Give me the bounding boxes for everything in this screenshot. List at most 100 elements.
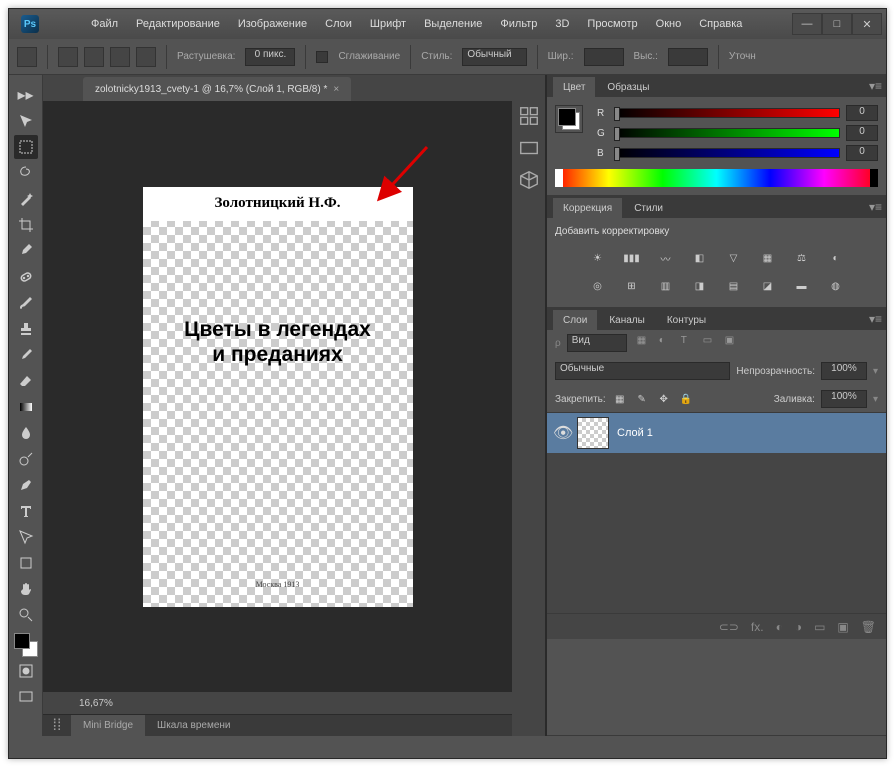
crop-tool[interactable] xyxy=(14,213,38,237)
pen-tool[interactable] xyxy=(14,473,38,497)
layer-fx-icon[interactable]: fx. xyxy=(751,620,764,634)
document-tab-close-icon[interactable]: × xyxy=(333,84,339,95)
gradient-tool[interactable] xyxy=(14,395,38,419)
r-value[interactable]: 0 xyxy=(846,105,878,121)
menu-edit[interactable]: Редактирование xyxy=(128,16,228,32)
r-slider[interactable] xyxy=(615,108,840,118)
bottom-dock-grip-icon[interactable]: ⁞⁞ xyxy=(43,715,71,736)
dodge-tool[interactable] xyxy=(14,447,38,471)
delete-layer-icon[interactable]: 🗑 xyxy=(861,620,876,634)
stamp-tool[interactable] xyxy=(14,317,38,341)
channels-tab[interactable]: Каналы xyxy=(599,310,655,330)
menu-view[interactable]: Просмотр xyxy=(579,16,645,32)
zoom-level[interactable]: 16,67% xyxy=(79,698,113,709)
timeline-tab[interactable]: Шкала времени xyxy=(145,715,242,736)
add-mask-icon[interactable]: ◐ xyxy=(776,620,783,634)
refine-button[interactable]: Уточн xyxy=(729,51,756,62)
threshold-icon[interactable]: ◪ xyxy=(758,277,778,295)
new-layer-icon[interactable]: ▣ xyxy=(837,620,848,634)
canvas-viewport[interactable]: Золотницкий Н.Ф. Цветы в легендах и пред… xyxy=(43,101,512,692)
menu-filter[interactable]: Фильтр xyxy=(492,16,545,32)
marquee-tool[interactable] xyxy=(14,135,38,159)
levels-icon[interactable]: ▮▮▮ xyxy=(622,249,642,267)
3d-panel-icon[interactable] xyxy=(518,169,540,191)
quick-mask-icon[interactable] xyxy=(14,659,38,683)
filter-pixel-icon[interactable]: ▦ xyxy=(637,335,653,351)
document-canvas[interactable]: Золотницкий Н.Ф. Цветы в легендах и пред… xyxy=(143,187,413,607)
brightness-icon[interactable]: ☀ xyxy=(588,249,608,267)
g-slider[interactable] xyxy=(615,128,840,138)
lock-all-icon[interactable]: 🔒 xyxy=(678,391,694,407)
menu-3d[interactable]: 3D xyxy=(547,16,577,32)
filter-shape-icon[interactable]: ▭ xyxy=(703,335,719,351)
exposure-icon[interactable]: ◧ xyxy=(690,249,710,267)
layer-visibility-icon[interactable]: 👁 xyxy=(553,423,569,443)
lookup-icon[interactable]: ▥ xyxy=(656,277,676,295)
styles-tab[interactable]: Стили xyxy=(624,198,673,218)
width-input[interactable] xyxy=(584,48,624,66)
mini-bridge-tab[interactable]: Mini Bridge xyxy=(71,715,145,736)
feather-input[interactable]: 0 пикс. xyxy=(245,48,295,66)
selective-color-icon[interactable]: ◍ xyxy=(826,277,846,295)
hand-tool[interactable] xyxy=(14,577,38,601)
eraser-tool[interactable] xyxy=(14,369,38,393)
photo-filter-icon[interactable]: ◎ xyxy=(588,277,608,295)
prop-panel-icon[interactable] xyxy=(518,137,540,159)
screen-mode-icon[interactable] xyxy=(14,685,38,709)
type-tool[interactable] xyxy=(14,499,38,523)
filter-adjust-icon[interactable]: ◐ xyxy=(659,335,675,351)
healing-tool[interactable] xyxy=(14,265,38,289)
blend-mode-select[interactable]: Обычные xyxy=(555,362,730,380)
move-tool[interactable] xyxy=(14,109,38,133)
filter-type-icon[interactable]: T xyxy=(681,335,697,351)
color-swatches[interactable] xyxy=(14,633,38,657)
lock-pixels-icon[interactable]: ✎ xyxy=(634,391,650,407)
menu-window[interactable]: Окно xyxy=(648,16,690,32)
b-slider[interactable] xyxy=(615,148,840,158)
opacity-input[interactable]: 100% xyxy=(821,362,867,380)
selection-subtract-icon[interactable] xyxy=(110,47,130,67)
height-input[interactable] xyxy=(668,48,708,66)
rectangle-tool[interactable] xyxy=(14,551,38,575)
channel-mixer-icon[interactable]: ⊞ xyxy=(622,277,642,295)
close-button[interactable]: ✕ xyxy=(852,13,882,35)
color-tab[interactable]: Цвет xyxy=(553,77,595,97)
color-panel-menu-icon[interactable]: ▾≡ xyxy=(869,79,882,93)
hue-icon[interactable]: ▦ xyxy=(758,249,778,267)
foreground-color-swatch[interactable] xyxy=(14,633,30,649)
document-tab[interactable]: zolotnicky1913_cvety-1 @ 16,7% (Слой 1, … xyxy=(83,77,351,101)
selection-add-icon[interactable] xyxy=(84,47,104,67)
menu-layer[interactable]: Слои xyxy=(317,16,360,32)
lasso-tool[interactable] xyxy=(14,161,38,185)
curves-icon[interactable]: 〰 xyxy=(656,249,676,267)
layers-panel-menu-icon[interactable]: ▾≡ xyxy=(869,312,882,326)
paths-tab[interactable]: Контуры xyxy=(657,310,716,330)
minimize-button[interactable]: — xyxy=(792,13,822,35)
selection-intersect-icon[interactable] xyxy=(136,47,156,67)
fill-input[interactable]: 100% xyxy=(821,390,867,408)
eyedropper-tool[interactable] xyxy=(14,239,38,263)
lock-position-icon[interactable]: ✥ xyxy=(656,391,672,407)
blur-tool[interactable] xyxy=(14,421,38,445)
posterize-icon[interactable]: ▤ xyxy=(724,277,744,295)
zoom-tool[interactable] xyxy=(14,603,38,627)
b-value[interactable]: 0 xyxy=(846,145,878,161)
menu-select[interactable]: Выделение xyxy=(416,16,490,32)
selection-new-icon[interactable] xyxy=(58,47,78,67)
adjustments-tab[interactable]: Коррекция xyxy=(553,198,622,218)
layer-filter-kind[interactable]: Вид xyxy=(567,334,627,352)
menu-help[interactable]: Справка xyxy=(691,16,750,32)
spectrum-ramp[interactable] xyxy=(555,169,878,187)
layer-thumbnail[interactable] xyxy=(577,417,609,449)
lock-transparency-icon[interactable]: ▦ xyxy=(612,391,628,407)
invert-icon[interactable]: ◨ xyxy=(690,277,710,295)
color-panel-swatch[interactable] xyxy=(555,105,583,133)
magic-wand-tool[interactable] xyxy=(14,187,38,211)
new-group-icon[interactable]: ▭ xyxy=(814,620,825,634)
tool-preset-icon[interactable] xyxy=(17,47,37,67)
path-select-tool[interactable] xyxy=(14,525,38,549)
filter-smart-icon[interactable]: ▣ xyxy=(725,335,741,351)
vibrance-icon[interactable]: ▽ xyxy=(724,249,744,267)
antialias-checkbox[interactable] xyxy=(316,51,328,63)
balance-icon[interactable]: ⚖ xyxy=(792,249,812,267)
